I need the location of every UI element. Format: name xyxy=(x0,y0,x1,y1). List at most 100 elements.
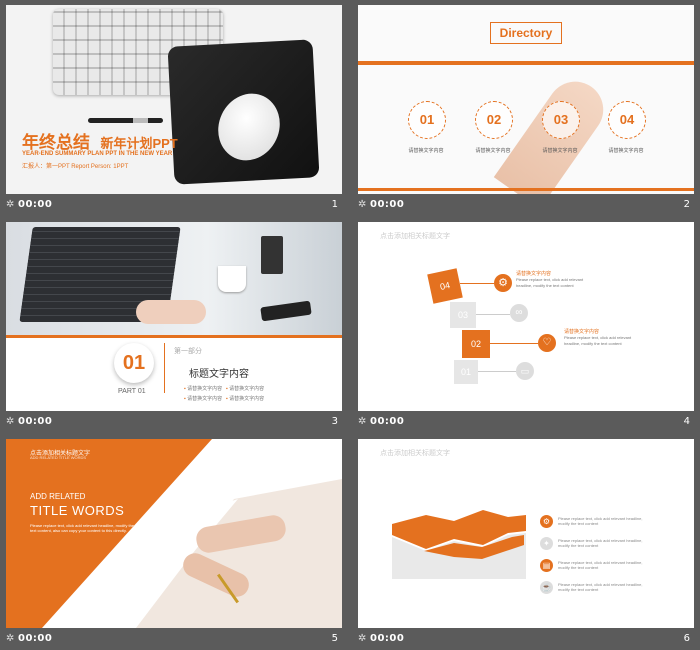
slide-number: 6 xyxy=(683,633,690,644)
slide-3-status-bar: ✲ 00:00 3 xyxy=(6,413,342,430)
bullet-text: 请替换文字内容 xyxy=(229,386,265,392)
text-block-1: 请替换文字内容 Please replace text, click add r… xyxy=(516,270,596,289)
text-block-title: 请替换文字内容 xyxy=(564,329,600,335)
vertical-divider xyxy=(164,343,165,393)
directory-item-number: 03 xyxy=(553,112,569,127)
step-number: 02 xyxy=(470,339,481,349)
text-block-title: 请替换文字内容 xyxy=(516,271,552,277)
directory-item-number: 04 xyxy=(619,112,635,127)
slide-4-canvas: 点击添加相关标题文字 04 03 02 01 ⚙ ∞ ♡ ▭ 请替换文字内容 P… xyxy=(358,222,694,411)
timing-label: 00:00 xyxy=(18,633,53,644)
slide-2-canvas: Directory 01 请替换文字内容 02 请替换文字内容 03 请替换文字内容 04 请… xyxy=(358,5,694,194)
row-text: Please replace text, click add relevant … xyxy=(558,516,643,526)
connector-line xyxy=(460,283,494,284)
photo-panel xyxy=(136,479,342,628)
text-block-2: 请替换文字内容 Please replace text, click add r… xyxy=(564,328,644,347)
step-04: 04 xyxy=(427,268,463,304)
orange-rule xyxy=(6,335,342,338)
timing-label: 00:00 xyxy=(18,199,53,210)
slide-thumbnail-3[interactable]: 01 PART 01 第一部分 标题文字内容 ▪ 请替换文字内容 ▪ 请替换文字内… xyxy=(6,222,342,432)
directory-item-number: 02 xyxy=(486,112,502,127)
pen-image xyxy=(88,118,163,123)
step-number: 03 xyxy=(457,310,468,320)
part-label: PART 01 xyxy=(118,388,146,395)
sparkle-icon: ✦ xyxy=(540,537,553,550)
part-number: 01 xyxy=(122,352,146,374)
step-number: 01 xyxy=(460,367,471,377)
reporter-text: 汇报人：第一PPT Report Person: 1PPT xyxy=(22,164,129,170)
cup-image xyxy=(218,266,246,292)
title-words: TITLE WORDS xyxy=(30,503,125,518)
bullet-text: 请替换文字内容 xyxy=(229,396,265,402)
slide-6-canvas: 点击添加相关标题文字 ⚙ Please replace text, click a… xyxy=(358,439,694,628)
slide-number: 3 xyxy=(331,416,338,427)
slide-header: 点击添加相关标题文字 xyxy=(380,233,450,240)
orange-rule xyxy=(358,61,694,65)
row-text: Please replace text, click add relevant … xyxy=(558,538,643,548)
slide-2-status-bar: ✲ 00:00 2 xyxy=(358,196,694,213)
timing-label: 00:00 xyxy=(370,199,405,210)
chart-icon: ▤ xyxy=(540,559,553,572)
row-text: Please replace text, click add relevant … xyxy=(558,560,643,570)
directory-item-label: 请替换文字内容 xyxy=(608,148,644,154)
hands-image xyxy=(136,300,206,324)
body-paragraph: Please replace text, click add relevant … xyxy=(30,523,135,533)
timing-label: 00:00 xyxy=(18,416,53,427)
step-03: 03 xyxy=(450,302,476,328)
slide-number: 2 xyxy=(683,199,690,210)
directory-item-1: 01 xyxy=(408,101,446,139)
directory-item-4: 04 xyxy=(608,101,646,139)
section-label: 第一部分 xyxy=(174,348,202,355)
slide-number: 5 xyxy=(331,633,338,644)
title-main: 年终总结 xyxy=(22,133,90,152)
cup-icon: ☕ xyxy=(540,581,553,594)
step-01: 01 xyxy=(454,360,478,384)
title-sub: 新年计划PPT xyxy=(100,136,178,151)
animation-icon: ✲ xyxy=(6,633,15,644)
slide-number: 4 xyxy=(683,416,690,427)
animation-icon: ✲ xyxy=(358,199,367,210)
monitor-icon: ▭ xyxy=(516,362,534,380)
slide-number: 1 xyxy=(331,199,338,210)
connector-line xyxy=(476,314,510,315)
content-title: 标题文字内容 xyxy=(189,369,249,380)
timing-label: 00:00 xyxy=(370,633,405,644)
directory-heading: Directory xyxy=(499,26,553,40)
row-text: Please replace text, click add relevant … xyxy=(558,582,643,592)
directory-item-label: 请替换文字内容 xyxy=(408,148,444,154)
part-number-circle: 01 xyxy=(114,343,154,383)
pen-cup-image xyxy=(261,236,283,274)
directory-item-label: 请替换文字内容 xyxy=(475,148,511,154)
slide-6-shapes xyxy=(392,510,526,579)
slide-thumbnail-2[interactable]: Directory 01 请替换文字内容 02 请替换文字内容 03 请替换文字内容 04 请… xyxy=(358,5,694,215)
slide-thumbnail-1[interactable]: 年终总结 新年计划PPT YEAR-END SUMMARY PLAN PPT I… xyxy=(6,5,342,215)
directory-item-3: 03 xyxy=(542,101,580,139)
directory-item-2: 02 xyxy=(475,101,513,139)
text-block-body: Please replace text, click add relevant … xyxy=(516,277,584,288)
animation-icon: ✲ xyxy=(6,199,15,210)
connector-line xyxy=(490,343,538,344)
slide-5-shapes xyxy=(6,439,342,628)
timing-label: 00:00 xyxy=(370,416,405,427)
link-icon: ∞ xyxy=(510,304,528,322)
slide-4-status-bar: ✲ 00:00 4 xyxy=(358,413,694,430)
animation-icon: ✲ xyxy=(6,416,15,427)
step-number: 04 xyxy=(439,280,451,292)
slide-5-canvas: 点击添加相关标题文字 ADD RELATED TITLE WORDS ADD R… xyxy=(6,439,342,628)
slide-1-canvas: 年终总结 新年计划PPT YEAR-END SUMMARY PLAN PPT I… xyxy=(6,5,342,194)
slide-thumbnail-4[interactable]: 点击添加相关标题文字 04 03 02 01 ⚙ ∞ ♡ ▭ 请替换文字内容 P… xyxy=(358,222,694,432)
slide-thumbnail-6[interactable]: 点击添加相关标题文字 ⚙ Please replace text, click a… xyxy=(358,439,694,649)
animation-icon: ✲ xyxy=(358,416,367,427)
directory-item-number: 01 xyxy=(419,112,435,127)
heart-icon: ♡ xyxy=(538,334,556,352)
bullet-item: ▪ 请替换文字内容 xyxy=(184,395,222,402)
bullet-text: 请替换文字内容 xyxy=(187,396,223,402)
animation-icon: ✲ xyxy=(358,633,367,644)
gear-icon: ⚙ xyxy=(494,274,512,292)
bullet-text: 请替换文字内容 xyxy=(187,386,223,392)
text-block-body: Please replace text, click add relevant … xyxy=(564,335,632,346)
bullet-item: ▪ 请替换文字内容 xyxy=(226,395,264,402)
connector-line xyxy=(478,371,516,372)
header-en: ADD RELATED TITLE WORDS xyxy=(30,455,87,460)
slide-thumbnail-5[interactable]: 点击添加相关标题文字 ADD RELATED TITLE WORDS ADD R… xyxy=(6,439,342,649)
